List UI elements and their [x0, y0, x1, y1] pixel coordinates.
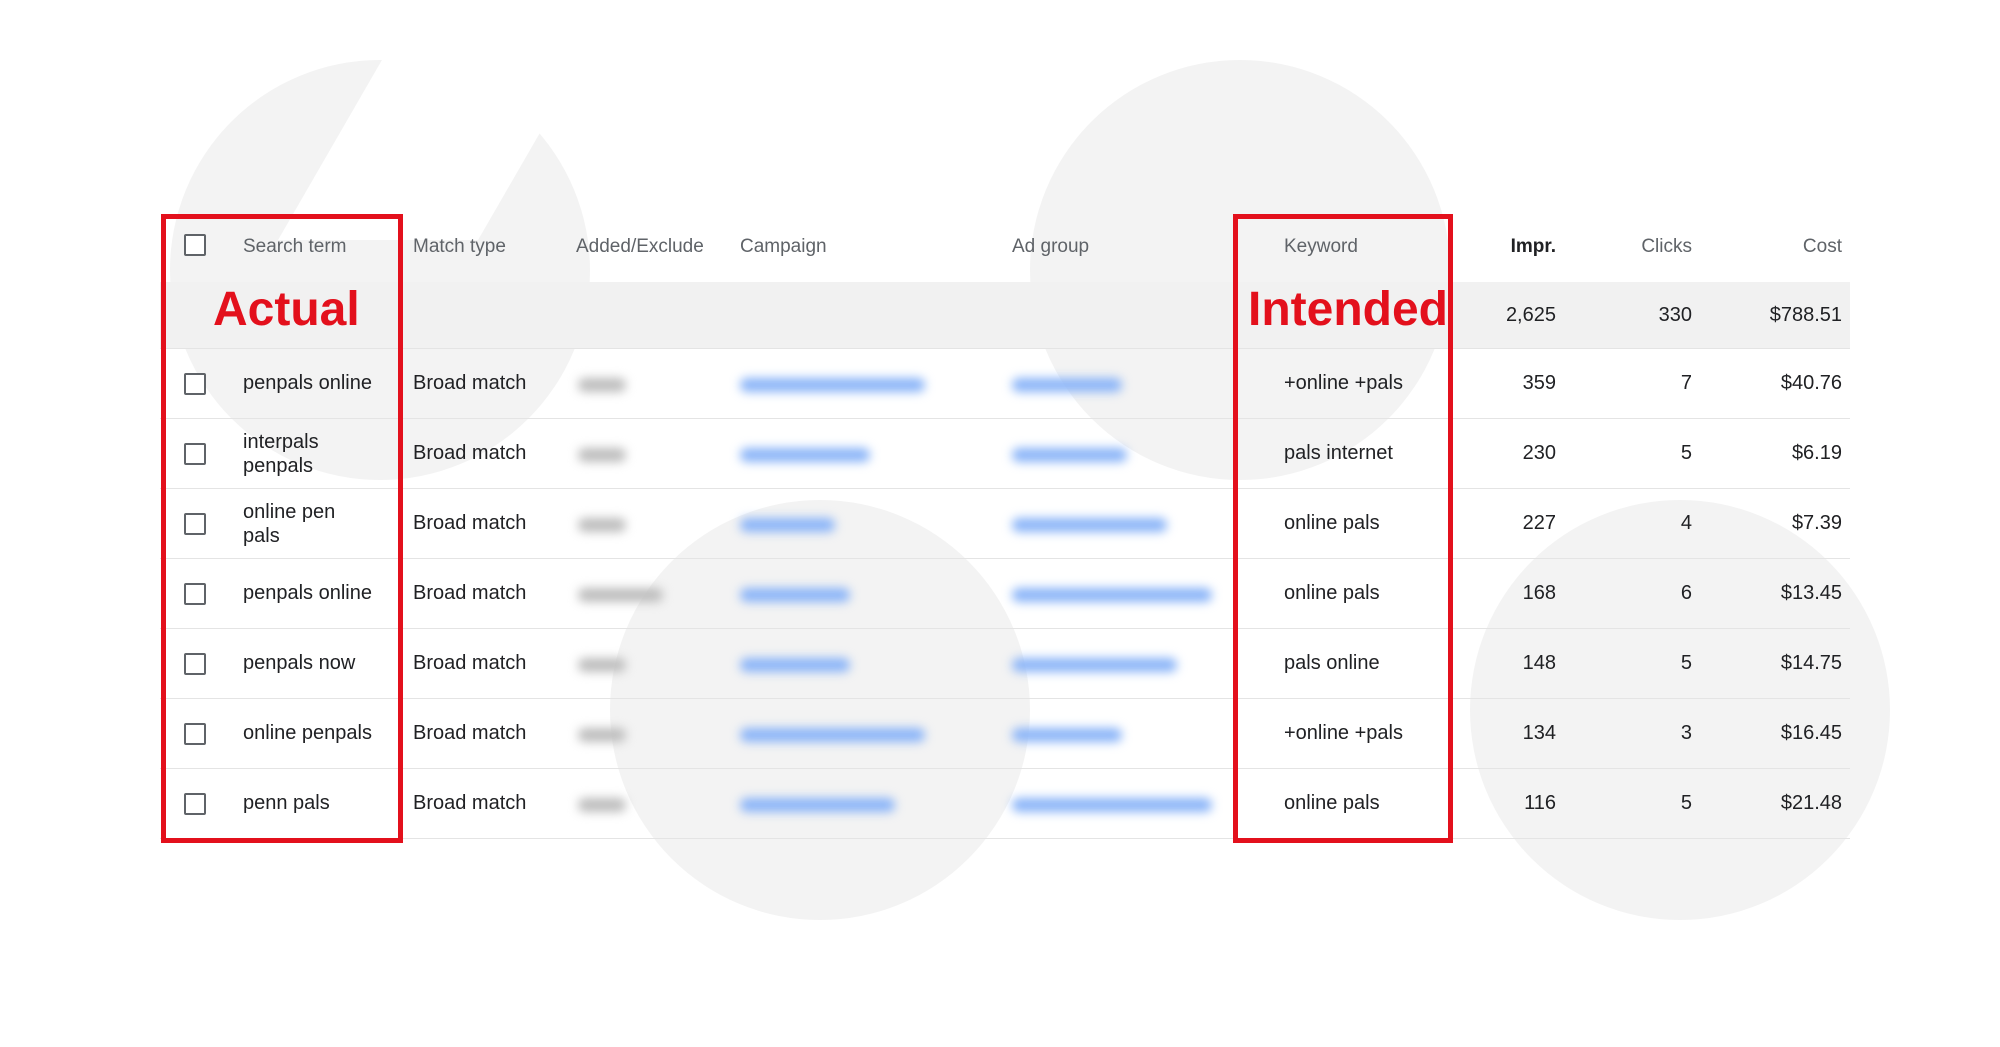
ad-group-link-blurred[interactable]	[1012, 448, 1127, 462]
added-excluded-blurred	[578, 658, 626, 672]
added-excluded-blurred	[578, 588, 663, 602]
match-type-cell: Broad match	[413, 442, 527, 464]
cost-cell: $6.19	[1791, 442, 1842, 464]
impr-cell: 230	[1522, 442, 1556, 464]
intended-annotation: Intended	[1248, 283, 1448, 336]
impr-cell: 134	[1522, 722, 1556, 744]
added-excluded-blurred	[578, 798, 626, 812]
campaign-link-blurred[interactable]	[740, 728, 925, 742]
column-header-clicks[interactable]: Clicks	[1580, 219, 1692, 275]
impr-cell: 148	[1522, 652, 1556, 674]
cost-cell: $13.45	[1780, 582, 1842, 604]
cost-cell: $7.39	[1791, 512, 1842, 534]
impr-cell: 168	[1522, 582, 1556, 604]
cost-cell: $16.45	[1780, 722, 1842, 744]
clicks-cell: 5	[1680, 792, 1692, 814]
column-header-impr[interactable]: Impr.	[1450, 219, 1556, 275]
cost-cell: $21.48	[1780, 792, 1842, 814]
impr-cell: 227	[1522, 512, 1556, 534]
impr-cell: 359	[1522, 372, 1556, 394]
campaign-link-blurred[interactable]	[740, 798, 895, 812]
cost-cell: $40.76	[1780, 372, 1842, 394]
added-excluded-blurred	[578, 448, 626, 462]
column-header-cost[interactable]: Cost	[1720, 219, 1842, 275]
match-type-cell: Broad match	[413, 792, 527, 814]
match-type-cell: Broad match	[413, 722, 527, 744]
column-header-added-excluded[interactable]: Added/Exclude	[576, 219, 704, 275]
clicks-cell: 5	[1680, 442, 1692, 464]
total-cost: $788.51	[1769, 304, 1842, 326]
column-header-campaign[interactable]: Campaign	[740, 219, 827, 275]
campaign-link-blurred[interactable]	[740, 588, 850, 602]
total-clicks: 330	[1658, 304, 1692, 326]
impr-cell: 116	[1524, 792, 1556, 814]
added-excluded-blurred	[578, 518, 626, 532]
actual-annotation: Actual	[213, 283, 360, 336]
match-type-cell: Broad match	[413, 582, 527, 604]
match-type-cell: Broad match	[413, 372, 527, 394]
ad-group-link-blurred[interactable]	[1012, 588, 1212, 602]
campaign-link-blurred[interactable]	[740, 658, 850, 672]
ad-group-link-blurred[interactable]	[1012, 728, 1122, 742]
added-excluded-blurred	[578, 378, 626, 392]
campaign-link-blurred[interactable]	[740, 518, 835, 532]
ad-group-link-blurred[interactable]	[1012, 518, 1167, 532]
clicks-cell: 3	[1680, 722, 1692, 744]
ad-group-link-blurred[interactable]	[1012, 658, 1177, 672]
cost-cell: $14.75	[1780, 652, 1842, 674]
match-type-cell: Broad match	[413, 512, 527, 534]
clicks-cell: 5	[1680, 652, 1692, 674]
ad-group-link-blurred[interactable]	[1012, 798, 1212, 812]
campaign-link-blurred[interactable]	[740, 378, 925, 392]
clicks-cell: 6	[1680, 582, 1692, 604]
clicks-cell: 7	[1680, 372, 1692, 394]
column-header-match-type[interactable]: Match type	[413, 219, 506, 275]
column-header-ad-group[interactable]: Ad group	[1012, 219, 1089, 275]
total-impr: 2,625	[1505, 304, 1556, 326]
campaign-link-blurred[interactable]	[740, 448, 870, 462]
ad-group-link-blurred[interactable]	[1012, 378, 1122, 392]
match-type-cell: Broad match	[413, 652, 527, 674]
added-excluded-blurred	[578, 728, 626, 742]
clicks-cell: 4	[1680, 512, 1692, 534]
